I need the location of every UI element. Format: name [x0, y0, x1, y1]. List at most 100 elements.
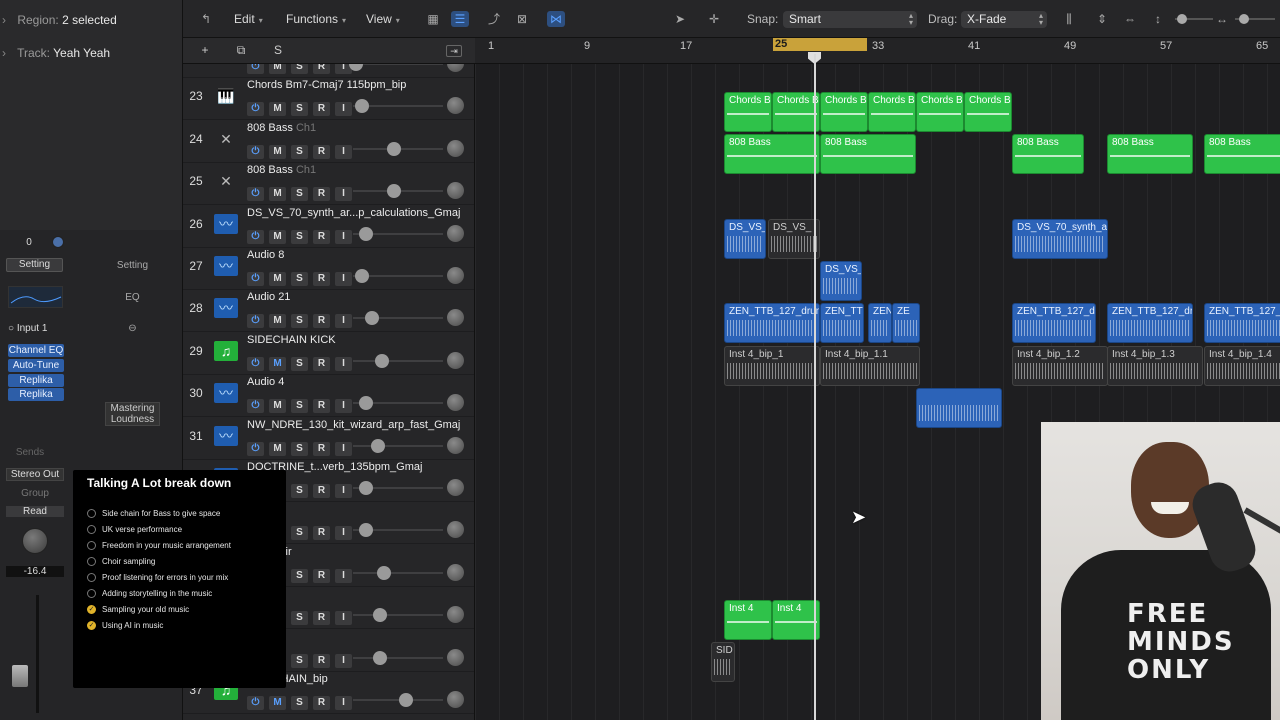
audio-region[interactable]: Inst 4_bip_1.4 — [1204, 346, 1280, 386]
solo-button[interactable]: S — [291, 611, 308, 626]
midi-region[interactable]: Chords B — [868, 92, 916, 132]
horizontal-zoom-thumb[interactable] — [1239, 14, 1249, 24]
plugin-slot-replika-2[interactable]: Replika — [8, 388, 64, 401]
record-button[interactable]: R — [313, 611, 330, 626]
drag-select[interactable]: X-Fade ▴ ▾ — [961, 11, 1047, 28]
mute-button[interactable]: M — [269, 399, 286, 414]
mastering-slot[interactable]: Mastering Loudness — [105, 402, 160, 426]
midi-region[interactable]: 808 Bass — [820, 134, 916, 174]
record-button[interactable]: R — [313, 568, 330, 583]
waveform-icon[interactable]: 〰 — [214, 383, 238, 404]
power-icon[interactable]: ⏻ — [247, 314, 264, 329]
track-name[interactable]: DS_VS_70_synth_ar...p_calculations_Gmaj — [247, 207, 460, 219]
midi-region[interactable]: 808 Bass — [1107, 134, 1193, 174]
volume-slider-thumb[interactable] — [399, 693, 413, 707]
vertical-fit-icon[interactable]: ⇕ — [1093, 11, 1111, 27]
vertical-zoom-thumb[interactable] — [1177, 14, 1187, 24]
pan-knob[interactable] — [447, 267, 464, 284]
volume-slider[interactable] — [353, 614, 443, 617]
pan-knob[interactable] — [447, 606, 464, 624]
input-monitor-button[interactable]: I — [335, 611, 352, 626]
record-button[interactable]: R — [313, 526, 330, 541]
track-name[interactable]: Chords Bm7-Cmaj7 115bpm_bip — [247, 79, 406, 91]
mute-button[interactable]: M — [269, 64, 286, 74]
record-button[interactable]: R — [313, 144, 330, 159]
track-row[interactable]: 30 〰 Audio 4 ⏻ M S R I — [183, 375, 474, 418]
pan-knob[interactable] — [447, 648, 464, 666]
audio-region[interactable]: ZE — [892, 303, 920, 343]
pan-knob[interactable] — [447, 521, 464, 539]
input-monitor-button[interactable]: I — [335, 356, 352, 371]
solo-button[interactable]: S — [291, 102, 308, 117]
mute-button[interactable]: M — [269, 314, 286, 329]
input-monitor-button[interactable]: I — [335, 272, 352, 286]
add-track-button[interactable]: + — [197, 43, 213, 59]
solo-button[interactable]: S — [291, 64, 308, 74]
keyboard-icon[interactable]: 🎹 — [214, 86, 238, 106]
solo-button[interactable]: S — [291, 314, 308, 329]
horizontal-fit-icon[interactable]: ⇔ — [1121, 11, 1139, 27]
volume-slider[interactable] — [353, 444, 443, 447]
solo-button[interactable]: S — [291, 272, 308, 286]
track-row[interactable]: 31 〰 NW_NDRE_130_kit_wizard_arp_fast_Gmaj … — [183, 418, 474, 460]
audio-region[interactable]: DS_VS_70_synth_ar — [1012, 219, 1108, 259]
solo-button[interactable]: S — [291, 187, 308, 202]
audio-region[interactable]: ZEN_TTB_127_drum — [724, 303, 820, 343]
flex-icon[interactable]: ⊠ — [513, 11, 531, 27]
audio-region[interactable]: SID — [711, 642, 735, 682]
record-button[interactable]: R — [313, 272, 330, 286]
volume-slider-thumb[interactable] — [373, 608, 387, 623]
functions-menu[interactable]: Functions ▾ — [286, 12, 346, 26]
power-icon[interactable]: ⏻ — [247, 356, 264, 371]
track-name[interactable]: Audio 21 — [247, 291, 290, 303]
record-button[interactable]: R — [313, 314, 330, 329]
record-button[interactable]: R — [313, 696, 330, 710]
record-button[interactable]: R — [313, 102, 330, 117]
mute-button[interactable]: M — [269, 187, 286, 202]
record-button[interactable]: R — [313, 187, 330, 202]
midi-region[interactable]: Chords B — [916, 92, 964, 132]
power-icon[interactable]: ⏻ — [247, 399, 264, 414]
input-monitor-button[interactable]: I — [335, 399, 352, 414]
view-menu[interactable]: View ▾ — [366, 12, 400, 26]
midi-region[interactable]: 808 Bass — [1012, 134, 1084, 174]
volume-slider-thumb[interactable] — [355, 269, 369, 283]
mute-button[interactable]: M — [269, 102, 286, 117]
group-slot[interactable]: Group — [6, 488, 64, 499]
link-icon[interactable]: ⊖ — [105, 323, 160, 334]
disclosure-arrow-icon[interactable]: › — [2, 46, 14, 60]
power-icon[interactable]: ⏻ — [247, 144, 264, 159]
midi-region[interactable]: Chords B — [772, 92, 820, 132]
global-solo-button[interactable]: S — [270, 43, 286, 59]
pan-knob[interactable] — [447, 436, 464, 454]
plugin-slot-auto-tune[interactable]: Auto-Tune — [8, 359, 64, 372]
audio-region[interactable]: Inst 4_bip_1.3 — [1107, 346, 1203, 386]
record-button[interactable]: R — [313, 653, 330, 668]
track-name[interactable]: Audio 8 — [247, 249, 284, 261]
record-button[interactable]: R — [313, 356, 330, 371]
track-row[interactable]: 22🎹 ⏻MSRI — [183, 64, 474, 78]
solo-button[interactable]: S — [291, 229, 308, 244]
midi-region[interactable]: Chords B — [724, 92, 772, 132]
output-slot[interactable]: Stereo Out — [6, 468, 64, 481]
power-icon[interactable]: ⏻ — [247, 696, 264, 710]
automation-mode[interactable]: Read — [6, 506, 64, 517]
input-monitor-button[interactable]: I — [335, 568, 352, 583]
volume-slider[interactable] — [353, 571, 443, 574]
midi-region[interactable]: 808 Bass — [1204, 134, 1280, 174]
pan-knob[interactable] — [447, 351, 464, 369]
audio-region[interactable]: ZEN — [868, 303, 892, 343]
solo-button[interactable]: S — [291, 568, 308, 583]
input-monitor-button[interactable]: I — [335, 441, 352, 456]
grid-view-icon[interactable]: ▦ — [424, 11, 442, 27]
waveform-icon[interactable]: 〰 — [214, 256, 238, 276]
midi-region[interactable]: Inst 4 — [772, 600, 820, 640]
drum-machine-icon[interactable]: ✕ — [214, 171, 238, 191]
pan-knob[interactable] — [447, 394, 464, 412]
solo-button[interactable]: S — [291, 696, 308, 710]
disclosure-arrow-icon[interactable]: › — [2, 13, 14, 27]
audio-region[interactable]: ZEN_TTB_127_dr — [1107, 303, 1193, 343]
track-inspector-header[interactable]: › Track: Yeah Yeah — [2, 46, 110, 60]
horizontal-zoom-icon[interactable]: ↔ — [1213, 11, 1231, 27]
power-icon[interactable]: ⏻ — [247, 272, 264, 286]
